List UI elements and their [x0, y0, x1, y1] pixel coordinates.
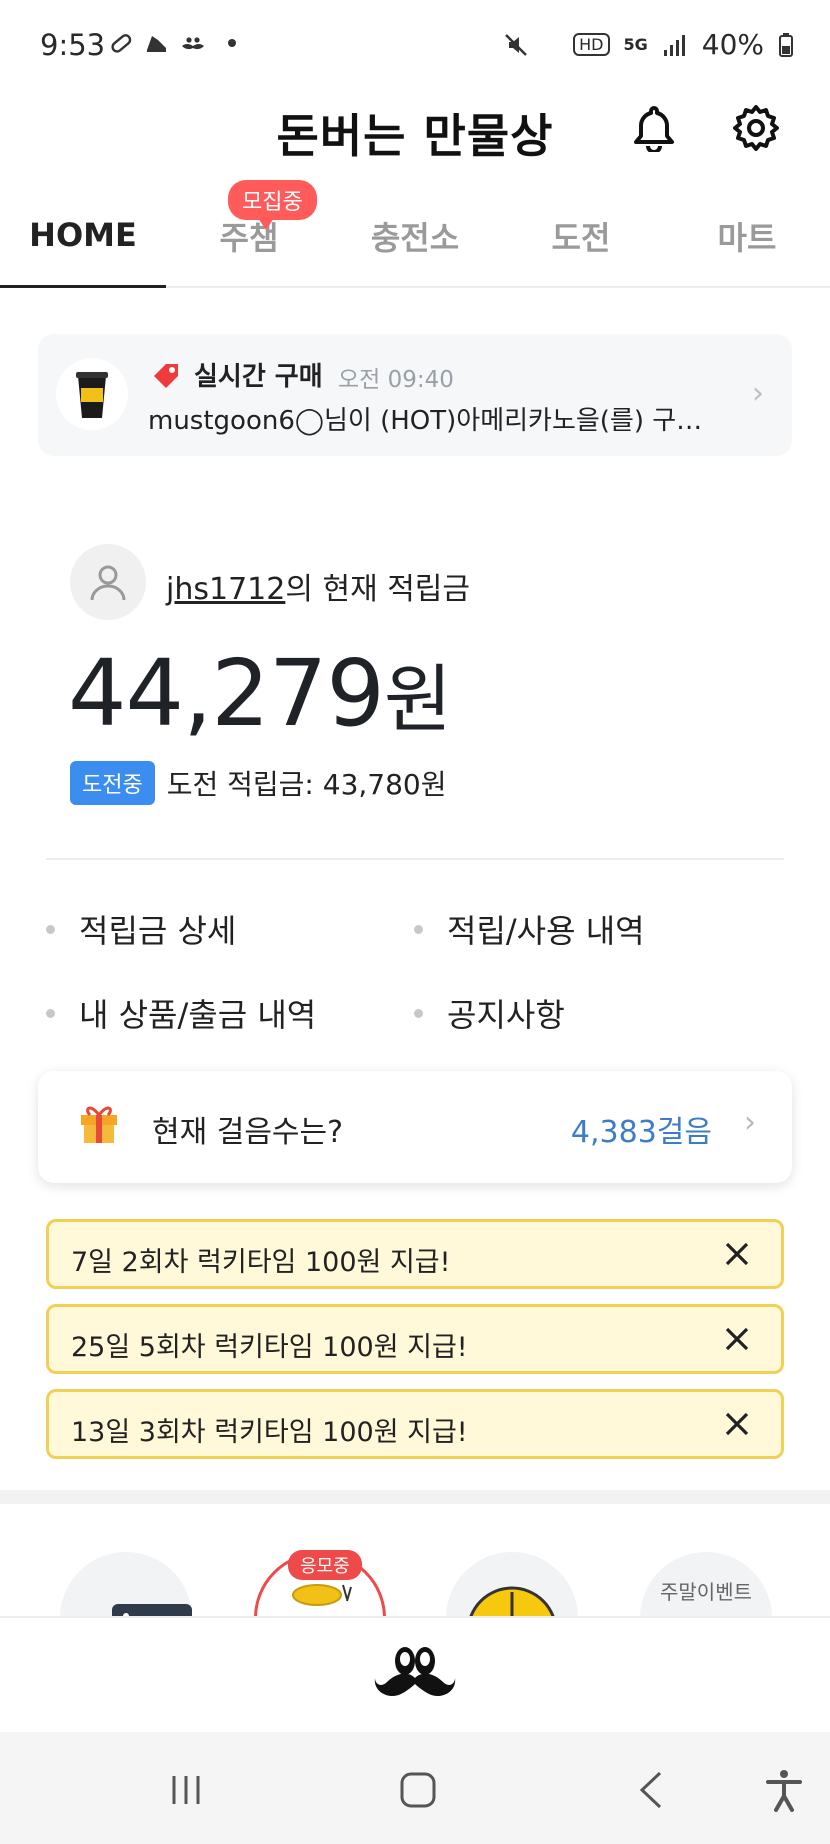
- tab-challenge[interactable]: 도전: [498, 184, 664, 288]
- steps-card[interactable]: 현재 걸음수는? 4,383걸음 ›: [38, 1071, 792, 1183]
- menu-label: 내 상품/출금 내역: [79, 996, 317, 1034]
- user-balance-label: jhs1712의 현재 적립금: [166, 564, 470, 608]
- promo-row: 응모중 주말이벤트: [0, 1540, 830, 1616]
- close-icon[interactable]: [721, 1323, 753, 1355]
- system-nav-bar: [0, 1732, 830, 1844]
- recruiting-badge: 모집중: [228, 180, 317, 230]
- bell-icon: [634, 106, 674, 152]
- notice-text: 7일 2회차 럭키타임 100원 지급!: [71, 1247, 451, 1278]
- avatar: [70, 544, 146, 620]
- lucky-notice: 7일 2회차 럭키타임 100원 지급!: [46, 1219, 784, 1289]
- promo-wallet[interactable]: [60, 1552, 192, 1616]
- shoe-icon: [147, 36, 166, 52]
- live-purchase-time: 오전 09:40: [338, 367, 454, 393]
- coffee-cup-icon: [76, 372, 108, 418]
- hd-icon: HD: [573, 33, 610, 56]
- bullet-dot: [46, 1008, 55, 1018]
- recents-icon: [172, 1776, 200, 1804]
- recent-apps-button[interactable]: [158, 1766, 214, 1814]
- app-title: 돈버는 만물상: [276, 109, 554, 163]
- menu-label: 적립금 상세: [79, 912, 237, 950]
- balance-amount: 44,279원: [68, 640, 452, 747]
- network-type: 5G: [623, 35, 648, 54]
- accessibility-icon: [766, 1770, 802, 1812]
- menu-label: 적립/사용 내역: [447, 912, 645, 950]
- menu-balance-detail[interactable]: 적립금 상세: [46, 906, 236, 952]
- pill-icon: [111, 34, 132, 53]
- balance-unit: 원: [383, 657, 452, 743]
- weekend-event-label: 주말이벤트: [660, 1580, 752, 1604]
- balance-suffix: 의 현재 적립금: [285, 572, 471, 607]
- promo-badge: 응모중: [288, 1550, 362, 1580]
- challenge-balance: 도전 적립금: 43,780원: [166, 768, 447, 801]
- tab-mart[interactable]: 마트: [664, 184, 830, 288]
- mute-icon: [505, 33, 527, 56]
- home-button[interactable]: [390, 1766, 446, 1814]
- steps-value: 4,383걸음: [570, 1115, 712, 1150]
- chevron-right-icon: ›: [752, 376, 764, 411]
- status-time: 9:53: [40, 28, 106, 62]
- accessibility-button[interactable]: [756, 1766, 812, 1814]
- chevron-left-icon: [639, 1771, 662, 1809]
- menu-label: 공지사항: [447, 996, 565, 1034]
- user-icon: [90, 565, 126, 601]
- dot-icon: [228, 39, 236, 47]
- notification-button[interactable]: [626, 100, 682, 156]
- tab-charging[interactable]: 충전소: [332, 184, 498, 288]
- menu-my-products[interactable]: 내 상품/출금 내역: [46, 990, 316, 1036]
- challenge-badge: 도전중: [70, 761, 155, 805]
- chevron-right-icon: ›: [744, 1105, 756, 1140]
- price-tag-icon: [154, 364, 178, 388]
- target-icon: [469, 1586, 555, 1616]
- lucky-notice: 25일 5회차 럭키타임 100원 지급!: [46, 1304, 784, 1374]
- mustache-icon: [182, 37, 204, 50]
- settings-button[interactable]: [728, 100, 784, 156]
- bullet-dot: [414, 1008, 423, 1018]
- section-separator: [0, 1490, 830, 1504]
- mustache-mascot-icon: [374, 1647, 456, 1697]
- mascot-bar[interactable]: [0, 1616, 830, 1732]
- balance-number: 44,279: [68, 640, 385, 747]
- lucky-notice: 13일 3회차 럭키타임 100원 지급!: [46, 1389, 784, 1459]
- tab-home[interactable]: HOME: [0, 184, 166, 288]
- back-button[interactable]: [624, 1766, 680, 1814]
- promo-target[interactable]: [446, 1552, 578, 1616]
- live-purchase-label: 실시간 구매: [194, 362, 323, 392]
- live-purchase-message: mustgoon6◯님이 (HOT)아메리카노을(를) 구…: [148, 406, 703, 436]
- app-header: 돈버는 만물상: [0, 96, 830, 184]
- gift-icon: [81, 1106, 117, 1143]
- close-icon[interactable]: [721, 1238, 753, 1270]
- status-right: HD 5G 40%: [503, 28, 794, 61]
- divider: [46, 858, 784, 860]
- tab-bar: HOME 주챔 모집중 충전소 도전 마트: [0, 180, 830, 288]
- menu-history[interactable]: 적립/사용 내역: [414, 906, 645, 952]
- status-bar: 9:53 HD 5G 40%: [0, 0, 830, 96]
- home-square-icon: [400, 1772, 436, 1808]
- close-icon[interactable]: [721, 1408, 753, 1440]
- challenge-row: 도전중 도전 적립금: 43,780원: [70, 761, 447, 805]
- gear-icon: [733, 105, 779, 151]
- live-purchase-card[interactable]: 실시간 구매 오전 09:40 mustgoon6◯님이 (HOT)아메리카노을…: [38, 334, 792, 456]
- username-link[interactable]: jhs1712: [166, 572, 285, 607]
- signal-icon: [663, 34, 685, 56]
- notification-icons: [108, 30, 236, 56]
- notice-text: 25일 5회차 럭키타임 100원 지급!: [71, 1332, 468, 1363]
- battery-percent: 40%: [701, 28, 764, 61]
- steps-label: 현재 걸음수는?: [152, 1115, 344, 1150]
- wallet-icon: [112, 1604, 192, 1616]
- coffee-thumbnail: [56, 358, 128, 430]
- notice-text: 13일 3회차 럭키타임 100원 지급!: [71, 1417, 468, 1448]
- bullet-dot: [46, 924, 55, 934]
- menu-notice[interactable]: 공지사항: [414, 990, 565, 1036]
- battery-icon: [779, 32, 793, 57]
- bullet-dot: [414, 924, 423, 934]
